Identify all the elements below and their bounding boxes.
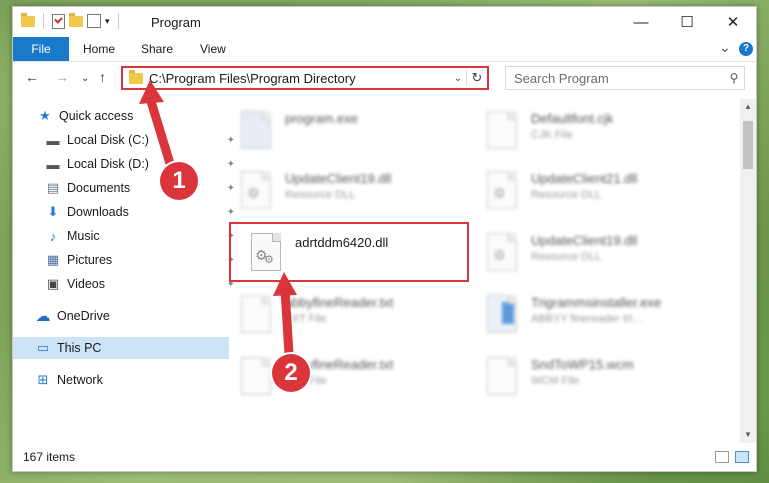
cloud-icon: ☁ — [35, 308, 51, 325]
sidebar-item-local-disk-d[interactable]: ▬ Local Disk (D:) ✦ — [13, 153, 239, 175]
maximize-button[interactable]: ☐ — [664, 7, 710, 37]
computer-icon: ▭ — [36, 340, 50, 355]
help-icon[interactable]: ? — [739, 42, 753, 56]
tab-file[interactable]: File — [13, 37, 69, 61]
exe-file-icon — [241, 111, 273, 151]
sidebar-item-this-pc[interactable]: ▭ This PC — [13, 337, 229, 359]
toolbar-divider — [43, 13, 44, 29]
minimize-button[interactable]: — — [618, 7, 664, 37]
sidebar-item-label: Documents — [67, 181, 131, 195]
scroll-up-button[interactable]: ▲ — [740, 99, 756, 115]
list-item[interactable]: ⚙ UpdateClient19.dll Resource DLL — [235, 165, 475, 217]
search-icon: ⚲ — [729, 71, 739, 85]
address-bar[interactable]: C:\Program Files\Program Directory ⌄ ↻ — [121, 66, 489, 90]
tab-view[interactable]: View — [186, 37, 240, 61]
step-badge-2: 2 — [272, 354, 310, 392]
back-button[interactable]: ← — [25, 69, 39, 85]
item-count: 167 items — [23, 450, 76, 464]
forward-button[interactable]: → — [55, 69, 69, 85]
vertical-scrollbar[interactable]: ▲ ▼ — [740, 99, 756, 443]
tab-share[interactable]: Share — [127, 37, 187, 61]
tiles-view-icon[interactable] — [735, 451, 749, 463]
network-icon: ⊞ — [37, 372, 49, 387]
sidebar-item-label: OneDrive — [57, 309, 110, 323]
sidebar-item-label: Local Disk (C:) — [67, 133, 149, 147]
details-view-icon[interactable] — [715, 451, 729, 463]
sidebar-item-documents[interactable]: ▤ Documents ✦ — [13, 177, 239, 199]
scroll-down-button[interactable]: ▼ — [740, 427, 756, 443]
sidebar-item-label: Downloads — [67, 205, 129, 219]
dll-file-icon: ⚙ — [487, 171, 519, 211]
text-file-icon — [241, 295, 273, 335]
list-item[interactable]: ⚙ UpdateClient19.dll Resource DLL — [481, 227, 721, 279]
search-input[interactable]: Search Program — [506, 71, 724, 86]
sidebar-item-videos[interactable]: ▣ Videos ✦ — [13, 273, 239, 295]
sidebar-item-downloads[interactable]: ⬇ Downloads ✦ — [13, 201, 239, 223]
dll-file-icon: ⚙ — [241, 171, 273, 211]
title-bar: ▾ Program — ☐ ✕ — [13, 7, 756, 37]
sidebar-item-network[interactable]: ⊞ Network — [13, 369, 229, 391]
address-dropdown-icon[interactable]: ⌄ — [450, 73, 466, 84]
ribbon-expand-icon[interactable]: ⌄ — [719, 39, 731, 56]
sidebar-item-local-disk-c[interactable]: ▬ Local Disk (C:) ✦ — [13, 129, 239, 151]
sidebar-item-music[interactable]: ♪ Music ✦ — [13, 225, 239, 247]
navigation-bar: ← → ⌄ ↑ C:\Program Files\Program Directo… — [13, 63, 756, 95]
list-item[interactable]: Trigrammsinstaller.exe ABBYY finereader … — [481, 289, 721, 341]
list-item[interactable]: abbyfineReader.txt TXT File — [235, 289, 475, 341]
music-icon: ♪ — [49, 228, 57, 244]
list-item[interactable]: abbyfineReader.txt TXT File — [235, 351, 475, 403]
ribbon: File Home Share View ⌄ ? — [13, 37, 756, 62]
installer-icon — [487, 295, 519, 335]
tab-home[interactable]: Home — [69, 37, 129, 61]
sidebar-item-pictures[interactable]: ▦ Pictures ✦ — [13, 249, 239, 271]
properties-check-icon[interactable] — [52, 13, 65, 29]
toolbar-divider — [117, 13, 119, 29]
customize-icon[interactable] — [87, 14, 101, 28]
up-button[interactable]: ↑ — [99, 69, 106, 85]
pictures-icon: ▦ — [46, 252, 60, 267]
documents-icon: ▤ — [46, 180, 60, 195]
folder-icon — [129, 69, 143, 84]
quick-access-toolbar: ▾ — [21, 12, 123, 29]
list-item[interactable]: program.exe — [235, 105, 475, 157]
download-icon: ⬇ — [47, 204, 59, 219]
list-item[interactable]: ⚙ UpdateClient21.dll Resource DLL — [481, 165, 721, 217]
navigation-pane: ★ Quick access ▬ Local Disk (C:) ✦ ▬ Loc… — [13, 99, 235, 439]
sidebar-item-quick-access[interactable]: ★ Quick access — [13, 105, 231, 127]
drive-icon: ▬ — [46, 132, 60, 148]
file-highlight-box — [229, 222, 469, 282]
step-badge-1: 1 — [160, 162, 198, 200]
sidebar-item-label: Pictures — [67, 253, 113, 267]
refresh-button[interactable]: ↻ — [466, 70, 487, 86]
scroll-thumb[interactable] — [743, 121, 753, 169]
folder-icon — [21, 12, 35, 27]
sidebar-item-label: Videos — [67, 277, 105, 291]
star-icon: ★ — [39, 108, 51, 123]
list-item[interactable]: Defaultfont.cjk CJK File — [481, 105, 721, 157]
close-button[interactable]: ✕ — [710, 7, 756, 37]
videos-icon: ▣ — [46, 276, 60, 291]
sidebar-item-label: This PC — [57, 341, 102, 355]
sidebar-item-label: Quick access — [59, 109, 134, 123]
search-box[interactable]: Search Program ⚲ — [505, 66, 745, 90]
new-folder-icon[interactable] — [69, 12, 83, 27]
sidebar-item-label: Network — [57, 373, 103, 387]
status-bar: 167 items — [13, 443, 756, 471]
sidebar-item-onedrive[interactable]: ☁ OneDrive — [13, 305, 229, 327]
sidebar-item-label: Music — [67, 229, 100, 243]
text-file-icon — [241, 357, 273, 397]
file-icon — [487, 357, 519, 397]
file-icon — [487, 111, 519, 151]
dll-file-icon: ⚙ — [487, 233, 519, 273]
drive-icon: ▬ — [46, 156, 60, 172]
recent-locations-button[interactable]: ⌄ — [81, 73, 89, 84]
window-title: Program — [151, 15, 201, 30]
address-path[interactable]: C:\Program Files\Program Directory — [149, 71, 450, 86]
qa-dropdown-icon[interactable]: ▾ — [105, 16, 110, 27]
sidebar-item-label: Local Disk (D:) — [67, 157, 149, 171]
list-item[interactable]: SndToWP15.wcm WCM File — [481, 351, 721, 403]
